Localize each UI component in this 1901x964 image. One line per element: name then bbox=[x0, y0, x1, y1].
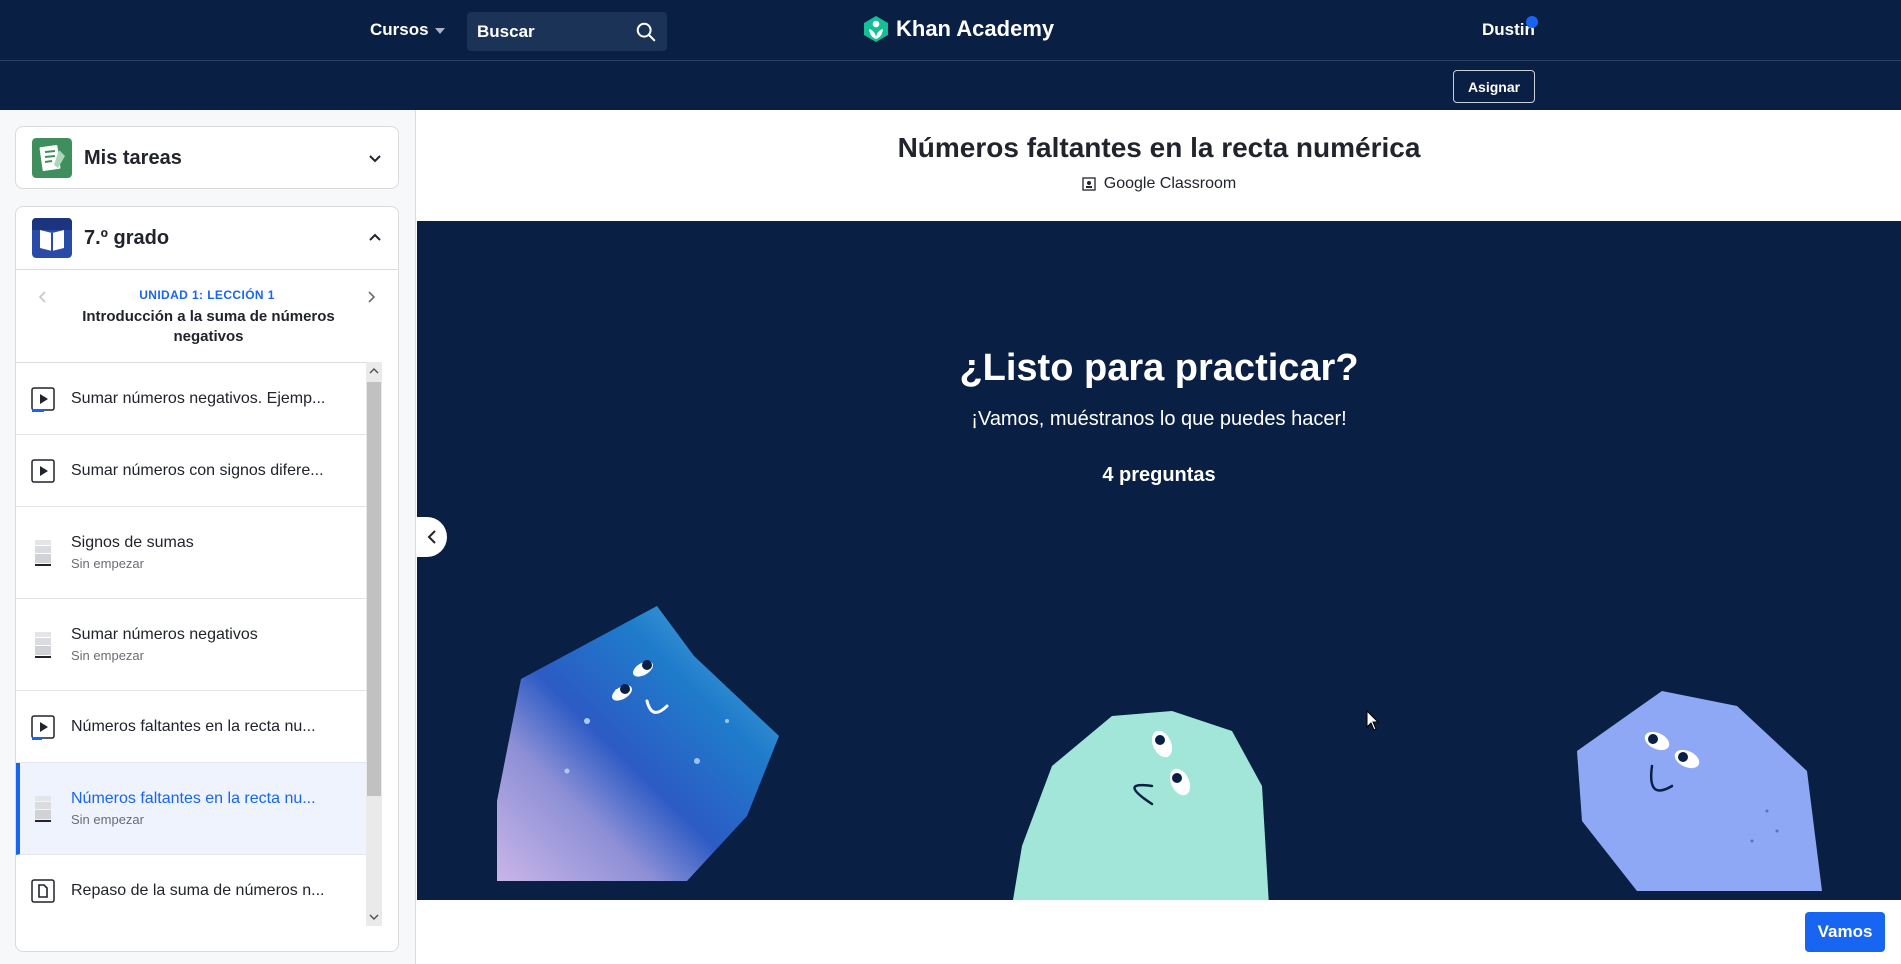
list-item[interactable]: Repaso de la suma de números n... bbox=[16, 855, 366, 926]
item-title: Números faltantes en la recta nu... bbox=[71, 717, 316, 735]
khan-logo-icon bbox=[864, 16, 888, 42]
sidebar-scrollbar[interactable] bbox=[366, 362, 382, 926]
top-navigation: Cursos Khan Academy Dustin bbox=[0, 0, 1901, 61]
list-item[interactable]: Números faltantes en la recta nu... bbox=[16, 691, 366, 763]
video-icon bbox=[31, 458, 55, 483]
grade-title: 7.º grado bbox=[84, 226, 170, 249]
item-title: Sumar números negativos bbox=[71, 626, 258, 643]
lavender-character bbox=[1577, 691, 1822, 891]
lesson-kicker[interactable]: UNIDAD 1: LECCIÓN 1 bbox=[16, 288, 398, 302]
courses-label: Cursos bbox=[370, 20, 429, 39]
google-classroom-label: Google Classroom bbox=[1103, 175, 1237, 192]
item-title: Signos de sumas bbox=[71, 534, 194, 551]
list-item[interactable]: Sumar números con signos difere... bbox=[16, 435, 366, 507]
video-icon bbox=[31, 386, 55, 412]
search-box bbox=[467, 12, 667, 51]
item-status: Sin empezar bbox=[71, 812, 144, 827]
lesson-navigator: UNIDAD 1: LECCIÓN 1 Introducción a la su… bbox=[16, 269, 398, 362]
hero-title: ¿Listo para practicar? bbox=[959, 347, 1359, 389]
chevron-down-icon[interactable] bbox=[368, 151, 382, 165]
search-input[interactable] bbox=[477, 21, 627, 42]
search-icon[interactable] bbox=[635, 21, 657, 43]
content-header: Números faltantes en la recta numérica G… bbox=[417, 110, 1901, 221]
chevron-down-icon bbox=[434, 28, 445, 34]
practice-hero: ¿Listo para practicar? ¡Vamos, muéstrano… bbox=[417, 221, 1901, 900]
video-icon bbox=[31, 714, 55, 740]
exercise-icon bbox=[35, 539, 51, 566]
sub-navigation: Asignar bbox=[0, 61, 1901, 110]
hero-subtitle: ¡Vamos, muéstranos lo que puedes hacer! bbox=[971, 408, 1347, 430]
item-title: Repaso de la suma de números n... bbox=[71, 881, 325, 899]
chevron-right-icon[interactable] bbox=[364, 290, 378, 304]
exercise-icon bbox=[35, 631, 51, 658]
list-item[interactable]: Signos de sumas Sin empezar bbox=[16, 507, 366, 599]
chevron-up-icon[interactable] bbox=[368, 231, 382, 245]
my-tasks-card[interactable]: Mis tareas bbox=[15, 126, 399, 189]
chevron-left-icon bbox=[427, 530, 436, 544]
content-footer: Vamos bbox=[417, 900, 1901, 964]
lesson-items-list: Sumar números negativos. Ejemp... Sumar … bbox=[16, 362, 366, 926]
scroll-thumb[interactable] bbox=[367, 382, 381, 796]
exercise-icon bbox=[35, 795, 51, 822]
list-item-active[interactable]: Números faltantes en la recta nu... Sin … bbox=[16, 763, 366, 855]
google-classroom-link[interactable]: Google Classroom bbox=[417, 175, 1901, 193]
item-status: Sin empezar bbox=[71, 648, 144, 663]
item-title: Sumar números negativos. Ejemp... bbox=[71, 389, 326, 407]
logo-text: Khan Academy bbox=[896, 16, 1055, 41]
tasks-icon bbox=[32, 138, 72, 178]
teal-character bbox=[1013, 711, 1269, 900]
blue-watercolor-character bbox=[497, 606, 779, 881]
courses-menu[interactable]: Cursos bbox=[370, 20, 445, 40]
my-tasks-title: Mis tareas bbox=[84, 146, 182, 169]
assign-button[interactable]: Asignar bbox=[1453, 70, 1535, 103]
lesson-title[interactable]: Introducción a la suma de números negati… bbox=[71, 307, 346, 347]
scroll-down-icon[interactable] bbox=[369, 912, 379, 922]
question-count: 4 preguntas bbox=[1102, 464, 1216, 486]
list-item[interactable]: Sumar números negativos. Ejemp... bbox=[16, 363, 366, 435]
page-title: Números faltantes en la recta numérica bbox=[897, 132, 1421, 163]
mouse-cursor-icon bbox=[1366, 710, 1380, 731]
grade-header[interactable]: 7.º grado bbox=[16, 207, 398, 269]
notification-dot-icon bbox=[1526, 16, 1538, 28]
course-sidebar: Mis tareas 7.º grado UNIDAD 1: LECCIÓN 1… bbox=[0, 110, 416, 964]
scroll-up-icon[interactable] bbox=[369, 366, 379, 376]
item-status: Sin empezar bbox=[71, 556, 144, 571]
khan-academy-logo[interactable]: Khan Academy bbox=[862, 15, 1054, 43]
start-practice-button[interactable]: Vamos bbox=[1805, 912, 1885, 952]
google-classroom-icon bbox=[1082, 177, 1096, 191]
item-title: Sumar números con signos difere... bbox=[71, 461, 324, 479]
book-icon bbox=[32, 218, 72, 258]
list-item[interactable]: Sumar números negativos Sin empezar bbox=[16, 599, 366, 691]
item-title: Números faltantes en la recta nu... bbox=[71, 790, 316, 807]
article-icon bbox=[31, 878, 55, 903]
